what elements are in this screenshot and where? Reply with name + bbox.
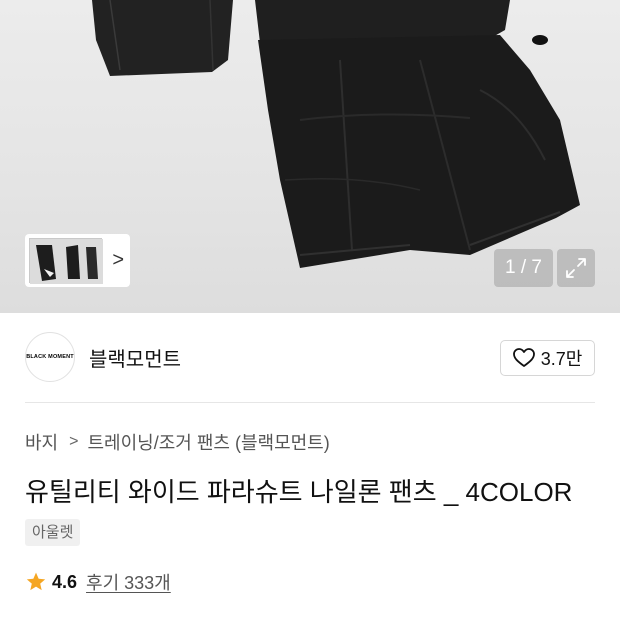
product-title: 유틸리티 와이드 파라슈트 나일론 팬츠 _ 4COLOR — [25, 477, 573, 507]
rating-score: 4.6 — [52, 571, 78, 592]
brand-name-link[interactable]: 블랙모먼트 — [89, 343, 181, 372]
rating-summary: 4.6 후기 333개 — [25, 569, 171, 595]
thumbnail-image[interactable] — [29, 238, 103, 284]
brand-logo-text: BLACK MOMENT — [26, 354, 74, 360]
brand-logo[interactable]: BLACK MOMENT — [25, 332, 75, 382]
expand-icon — [566, 258, 586, 278]
heart-icon — [512, 348, 535, 367]
image-counter: 1 / 7 — [494, 249, 553, 287]
thumbnail-pants-icon — [30, 239, 103, 284]
breadcrumb-item-subcategory[interactable]: 트레이닝/조거 팬츠 (블랙모먼트) — [87, 429, 329, 455]
like-button[interactable]: 3.7만 — [500, 340, 595, 376]
chevron-right-icon[interactable]: > — [112, 248, 124, 272]
thumbnail-strip[interactable]: > — [25, 234, 130, 287]
chevron-right-icon: > — [69, 433, 79, 450]
outlet-tag: 아울렛 — [25, 519, 81, 546]
breadcrumb: 바지 > 트레이닝/조거 팬츠 (블랙모먼트) — [25, 429, 330, 455]
like-count: 3.7만 — [540, 349, 583, 369]
divider — [25, 402, 595, 403]
expand-button[interactable] — [557, 249, 595, 287]
star-icon — [26, 572, 46, 591]
brand-row: BLACK MOMENT 블랙모먼트 3.7만 — [0, 313, 620, 403]
product-image-gallery[interactable]: > 1 / 7 — [0, 0, 620, 313]
breadcrumb-item-category[interactable]: 바지 — [25, 429, 58, 455]
reviews-link[interactable]: 후기 333개 — [86, 569, 171, 595]
